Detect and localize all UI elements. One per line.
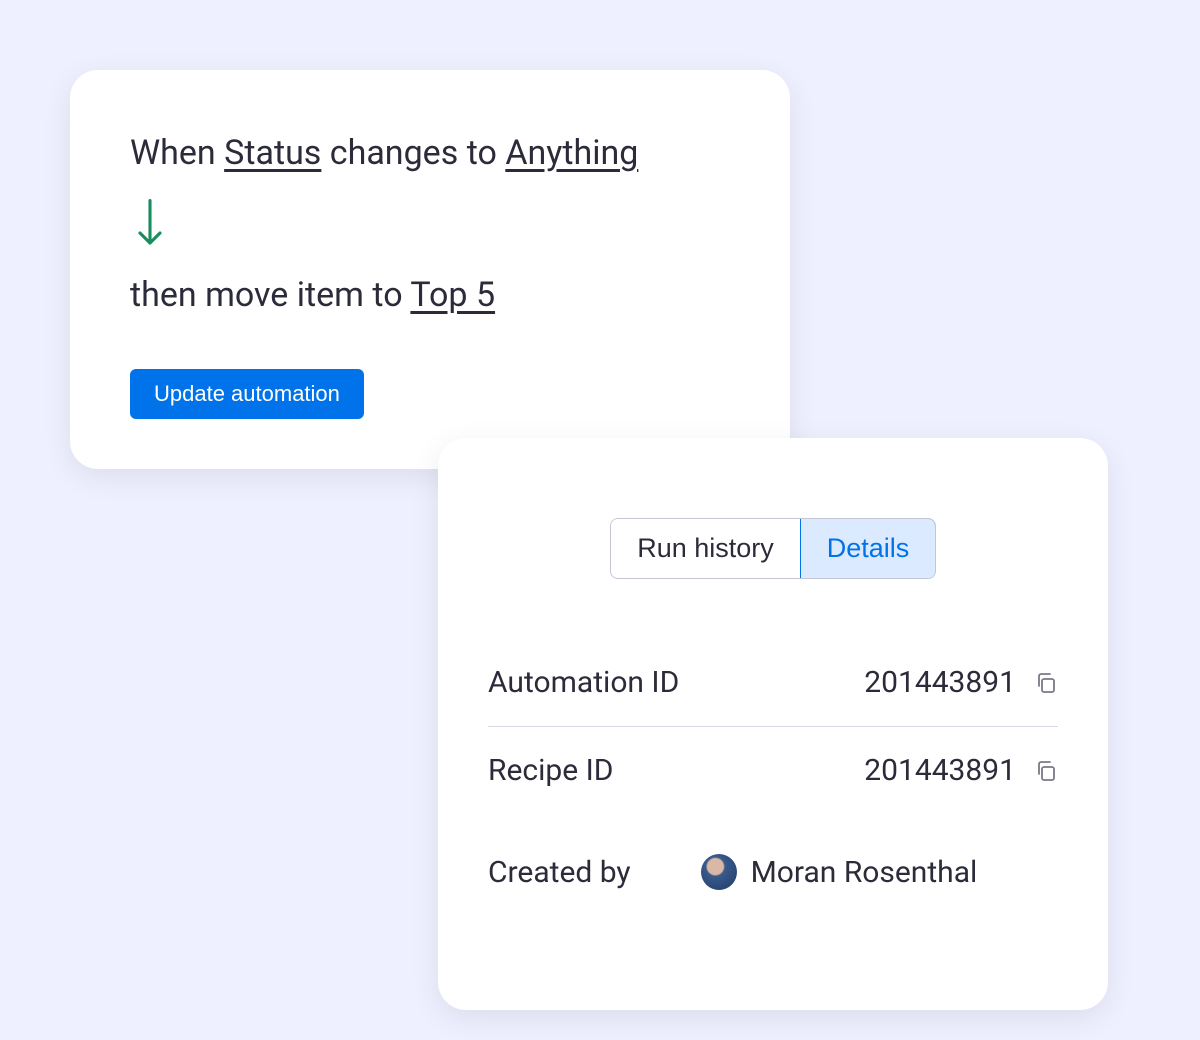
tab-run-history[interactable]: Run history bbox=[611, 519, 800, 578]
automation-trigger-line: When Status changes to Anything bbox=[130, 130, 730, 178]
automation-id-value: 201443891 bbox=[864, 665, 1016, 700]
tab-group: Run history Details bbox=[610, 518, 936, 579]
automation-id-row: Automation ID 201443891 bbox=[488, 639, 1058, 726]
details-card: Run history Details Automation ID 201443… bbox=[438, 438, 1108, 1010]
creator-name: Moran Rosenthal bbox=[751, 855, 978, 890]
copy-icon bbox=[1034, 671, 1058, 695]
recipe-id-row: Recipe ID 201443891 bbox=[488, 727, 1058, 814]
tab-group-container: Run history Details bbox=[488, 518, 1058, 579]
automation-action-line: then move item to Top 5 bbox=[130, 272, 730, 320]
automation-id-label: Automation ID bbox=[488, 665, 679, 700]
trigger-field-link[interactable]: Status bbox=[224, 133, 321, 173]
trigger-mid: changes to bbox=[321, 133, 505, 173]
copy-automation-id-button[interactable] bbox=[1034, 671, 1058, 695]
copy-recipe-id-button[interactable] bbox=[1034, 759, 1058, 783]
automation-card: When Status changes to Anything then mov… bbox=[70, 70, 790, 469]
tab-details[interactable]: Details bbox=[800, 518, 936, 579]
arrow-down-icon bbox=[134, 198, 730, 252]
created-by-label: Created by bbox=[488, 855, 631, 890]
trigger-prefix: When bbox=[130, 133, 224, 173]
created-by-row: Created by Moran Rosenthal bbox=[488, 854, 1058, 890]
action-prefix: then move item to bbox=[130, 275, 410, 315]
recipe-id-value-wrap: 201443891 bbox=[864, 753, 1058, 788]
recipe-id-value: 201443891 bbox=[864, 753, 1016, 788]
action-target-link[interactable]: Top 5 bbox=[410, 275, 495, 315]
automation-id-value-wrap: 201443891 bbox=[864, 665, 1058, 700]
copy-icon bbox=[1034, 759, 1058, 783]
update-automation-button[interactable]: Update automation bbox=[130, 369, 364, 419]
avatar bbox=[701, 854, 737, 890]
trigger-value-link[interactable]: Anything bbox=[505, 133, 638, 173]
recipe-id-label: Recipe ID bbox=[488, 753, 613, 788]
